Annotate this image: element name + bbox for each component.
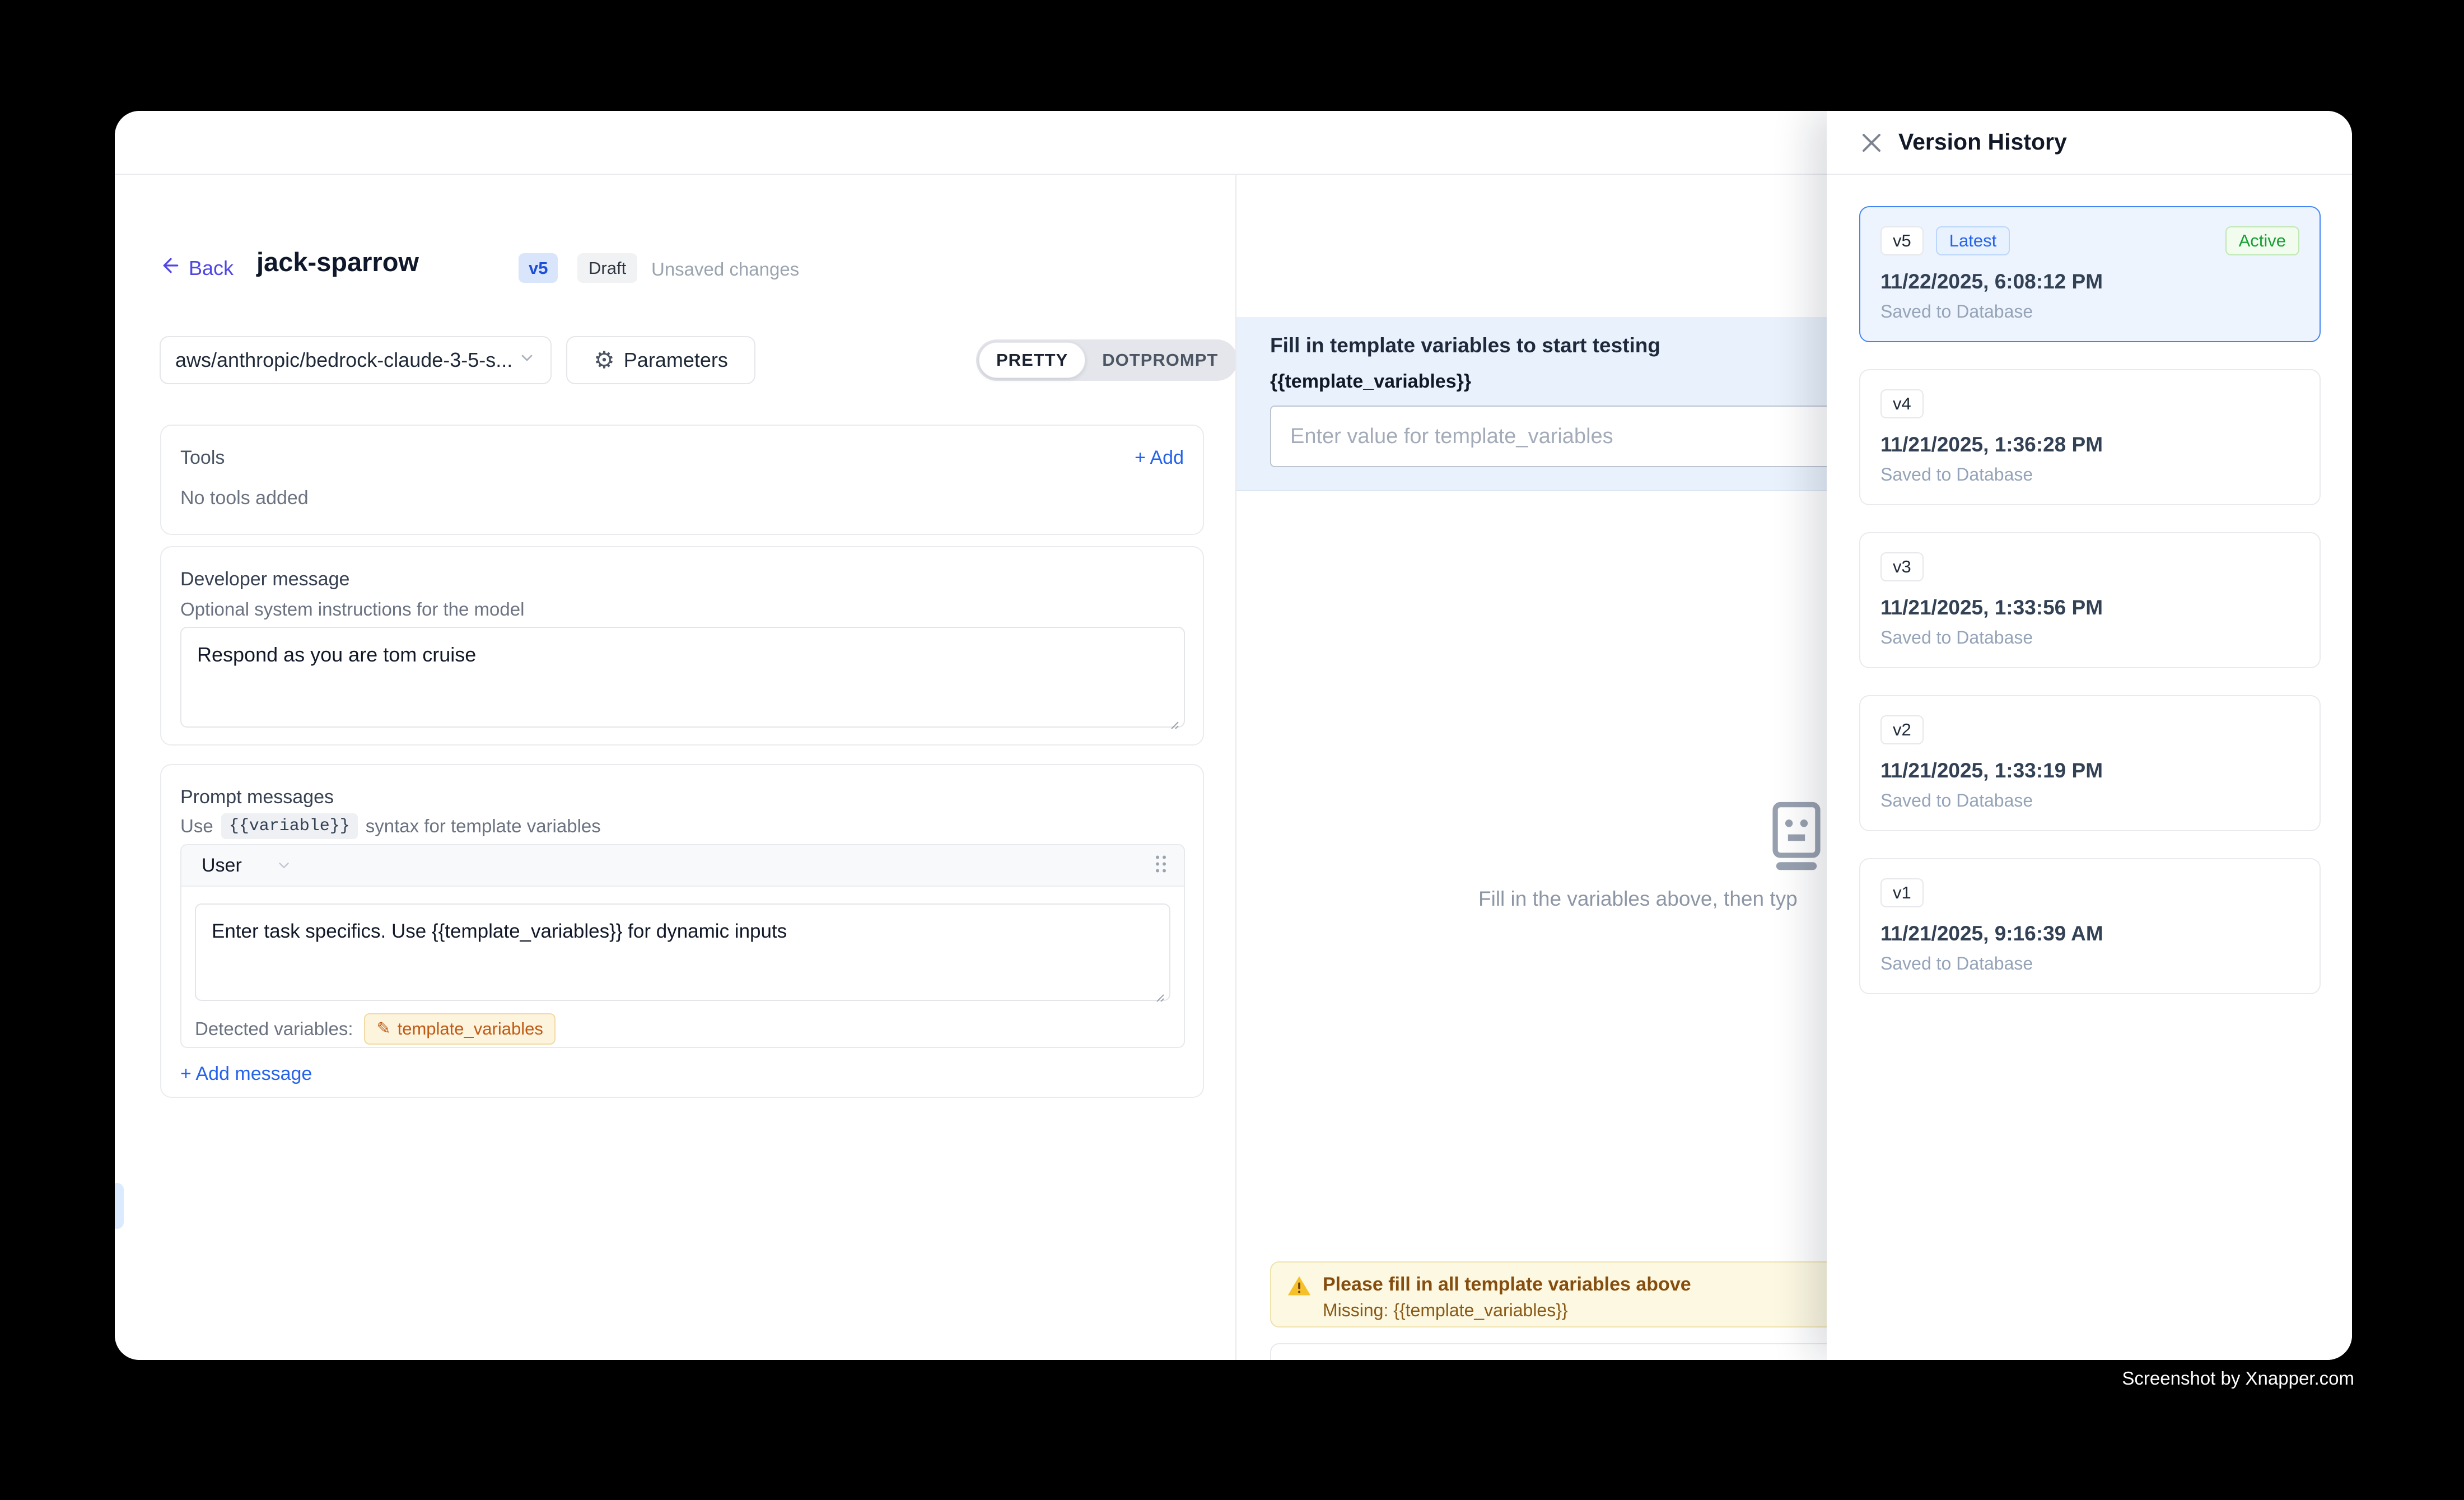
version-badges-row: v2 xyxy=(1880,715,2299,744)
prompt-messages-card: Prompt messages Use {{variable}} syntax … xyxy=(160,764,1204,1098)
edge-notch xyxy=(115,1183,124,1229)
back-label: Back xyxy=(189,257,234,280)
model-select[interactable]: aws/anthropic/bedrock-claude-3-5-s... xyxy=(160,336,552,384)
version-badges-row: v4 xyxy=(1880,389,2299,418)
version-note: Saved to Database xyxy=(1880,464,2299,485)
tools-empty-text: No tools added xyxy=(180,487,309,509)
detected-variables-label: Detected variables: xyxy=(195,1018,353,1040)
message-role-select[interactable]: User xyxy=(202,855,292,877)
detected-variables-row: Detected variables: ✎ template_variables xyxy=(195,1013,556,1045)
close-icon[interactable] xyxy=(1858,129,1885,156)
version-badges-row: v1 xyxy=(1880,878,2299,907)
drag-handle-icon[interactable] xyxy=(1154,853,1168,878)
version-entry[interactable]: v2 11/21/2025, 1:33:19 PM Saved to Datab… xyxy=(1859,695,2321,831)
header-draft-badge: Draft xyxy=(577,253,637,283)
toggle-option-dotprompt[interactable]: DOTPROMPT xyxy=(1085,342,1235,378)
screenshot-canvas: Back jack-sparrow v5 Draft Unsaved chang… xyxy=(0,0,2464,1500)
header-version-badge: v5 xyxy=(519,253,558,283)
page-title: jack-sparrow xyxy=(256,246,419,277)
parameters-button[interactable]: ⚙ Parameters xyxy=(566,336,755,384)
warning-triangle-icon xyxy=(1287,1274,1312,1315)
user-message-textarea[interactable]: Enter task specifics. Use {{template_var… xyxy=(195,903,1170,1001)
detected-variable-chip[interactable]: ✎ template_variables xyxy=(364,1013,555,1045)
version-badge: v2 xyxy=(1880,715,1924,744)
back-arrow-icon xyxy=(160,254,182,282)
version-timestamp: 11/21/2025, 1:33:19 PM xyxy=(1880,759,2299,782)
version-timestamp: 11/21/2025, 1:36:28 PM xyxy=(1880,433,2299,456)
chevron-down-icon xyxy=(276,857,292,874)
tools-title: Tools xyxy=(180,447,225,469)
chevron-down-icon xyxy=(518,348,536,372)
version-entry[interactable]: v4 11/21/2025, 1:36:28 PM Saved to Datab… xyxy=(1859,369,2321,505)
version-badge: v4 xyxy=(1880,389,1924,418)
version-note: Saved to Database xyxy=(1880,627,2299,648)
back-button[interactable]: Back xyxy=(160,254,234,282)
resize-handle-icon[interactable] xyxy=(1167,710,1179,722)
app-window: Back jack-sparrow v5 Draft Unsaved chang… xyxy=(115,111,2352,1360)
watermark-text: Screenshot by Xnapper.com xyxy=(2122,1368,2354,1389)
detected-variable-name: template_variables xyxy=(398,1019,543,1039)
version-history-header: Version History xyxy=(1827,111,2352,175)
pencil-icon: ✎ xyxy=(376,1021,390,1037)
version-note: Saved to Database xyxy=(1880,790,2299,811)
add-message-button[interactable]: + Add message xyxy=(180,1063,312,1085)
developer-message-value: Respond as you are tom cruise xyxy=(197,643,476,666)
toggle-option-pretty[interactable]: PRETTY xyxy=(979,342,1085,378)
empty-state-text: Fill in the variables above, then typ xyxy=(1478,887,1798,911)
version-entry[interactable]: v1 11/21/2025, 9:16:39 AM Saved to Datab… xyxy=(1859,858,2321,994)
version-note: Saved to Database xyxy=(1880,953,2299,974)
prompt-message-block: User Enter task specifics. Use xyxy=(180,844,1185,1048)
banner-title: Fill in template variables to start test… xyxy=(1270,334,1660,357)
developer-message-textarea[interactable]: Respond as you are tom cruise xyxy=(180,627,1185,728)
active-badge: Active xyxy=(2225,226,2299,255)
version-entry[interactable]: v3 11/21/2025, 1:33:56 PM Saved to Datab… xyxy=(1859,532,2321,668)
add-tool-button[interactable]: + Add xyxy=(1135,447,1184,469)
version-entry[interactable]: v5 Latest Active 11/22/2025, 6:08:12 PM … xyxy=(1859,206,2321,342)
tools-card: Tools + Add No tools added xyxy=(160,425,1204,535)
template-syntax-hint: Use {{variable}} syntax for template var… xyxy=(180,813,601,839)
version-history-title: Version History xyxy=(1898,129,2067,155)
hint-suffix: syntax for template variables xyxy=(366,816,601,837)
version-timestamp: 11/21/2025, 1:33:56 PM xyxy=(1880,596,2299,619)
prompt-editor-pane: Back jack-sparrow v5 Draft Unsaved chang… xyxy=(115,175,1235,1360)
view-mode-toggle[interactable]: PRETTY DOTPROMPT xyxy=(976,339,1238,381)
developer-message-title: Developer message xyxy=(180,569,349,590)
unsaved-changes-text: Unsaved changes xyxy=(651,259,799,280)
resize-handle-icon[interactable] xyxy=(1152,983,1165,995)
model-select-value: aws/anthropic/bedrock-claude-3-5-s... xyxy=(175,348,518,372)
version-badges-row: v5 Latest Active xyxy=(1880,226,2299,255)
user-message-value: Enter task specifics. Use {{template_var… xyxy=(212,920,787,942)
version-badge: v5 xyxy=(1880,226,1924,255)
variable-name-label: {{template_variables}} xyxy=(1270,371,1471,393)
bot-face-icon xyxy=(1757,796,1836,878)
parameters-label: Parameters xyxy=(624,348,728,372)
version-list: v5 Latest Active 11/22/2025, 6:08:12 PM … xyxy=(1859,206,2321,994)
developer-message-subtitle: Optional system instructions for the mod… xyxy=(180,599,524,620)
gear-icon: ⚙ xyxy=(594,348,615,372)
hint-prefix: Use xyxy=(180,816,213,837)
version-history-panel: Version History v5 Latest Active 11/22/2… xyxy=(1827,111,2352,1360)
version-badge: v3 xyxy=(1880,552,1924,581)
version-timestamp: 11/21/2025, 9:16:39 AM xyxy=(1880,922,2299,945)
developer-message-card: Developer message Optional system instru… xyxy=(160,546,1204,746)
message-role-value: User xyxy=(202,855,242,877)
variable-syntax-chip: {{variable}} xyxy=(221,813,358,839)
version-note: Saved to Database xyxy=(1880,301,2299,322)
warning-detail: Missing: {{template_variables}} xyxy=(1323,1300,1691,1321)
prompt-messages-title: Prompt messages xyxy=(180,786,334,808)
message-header: User xyxy=(181,845,1184,887)
latest-badge: Latest xyxy=(1936,226,2010,255)
version-badge: v1 xyxy=(1880,878,1924,907)
version-badges-row: v3 xyxy=(1880,552,2299,581)
version-timestamp: 11/22/2025, 6:08:12 PM xyxy=(1880,270,2299,294)
warning-title: Please fill in all template variables ab… xyxy=(1323,1274,1691,1296)
